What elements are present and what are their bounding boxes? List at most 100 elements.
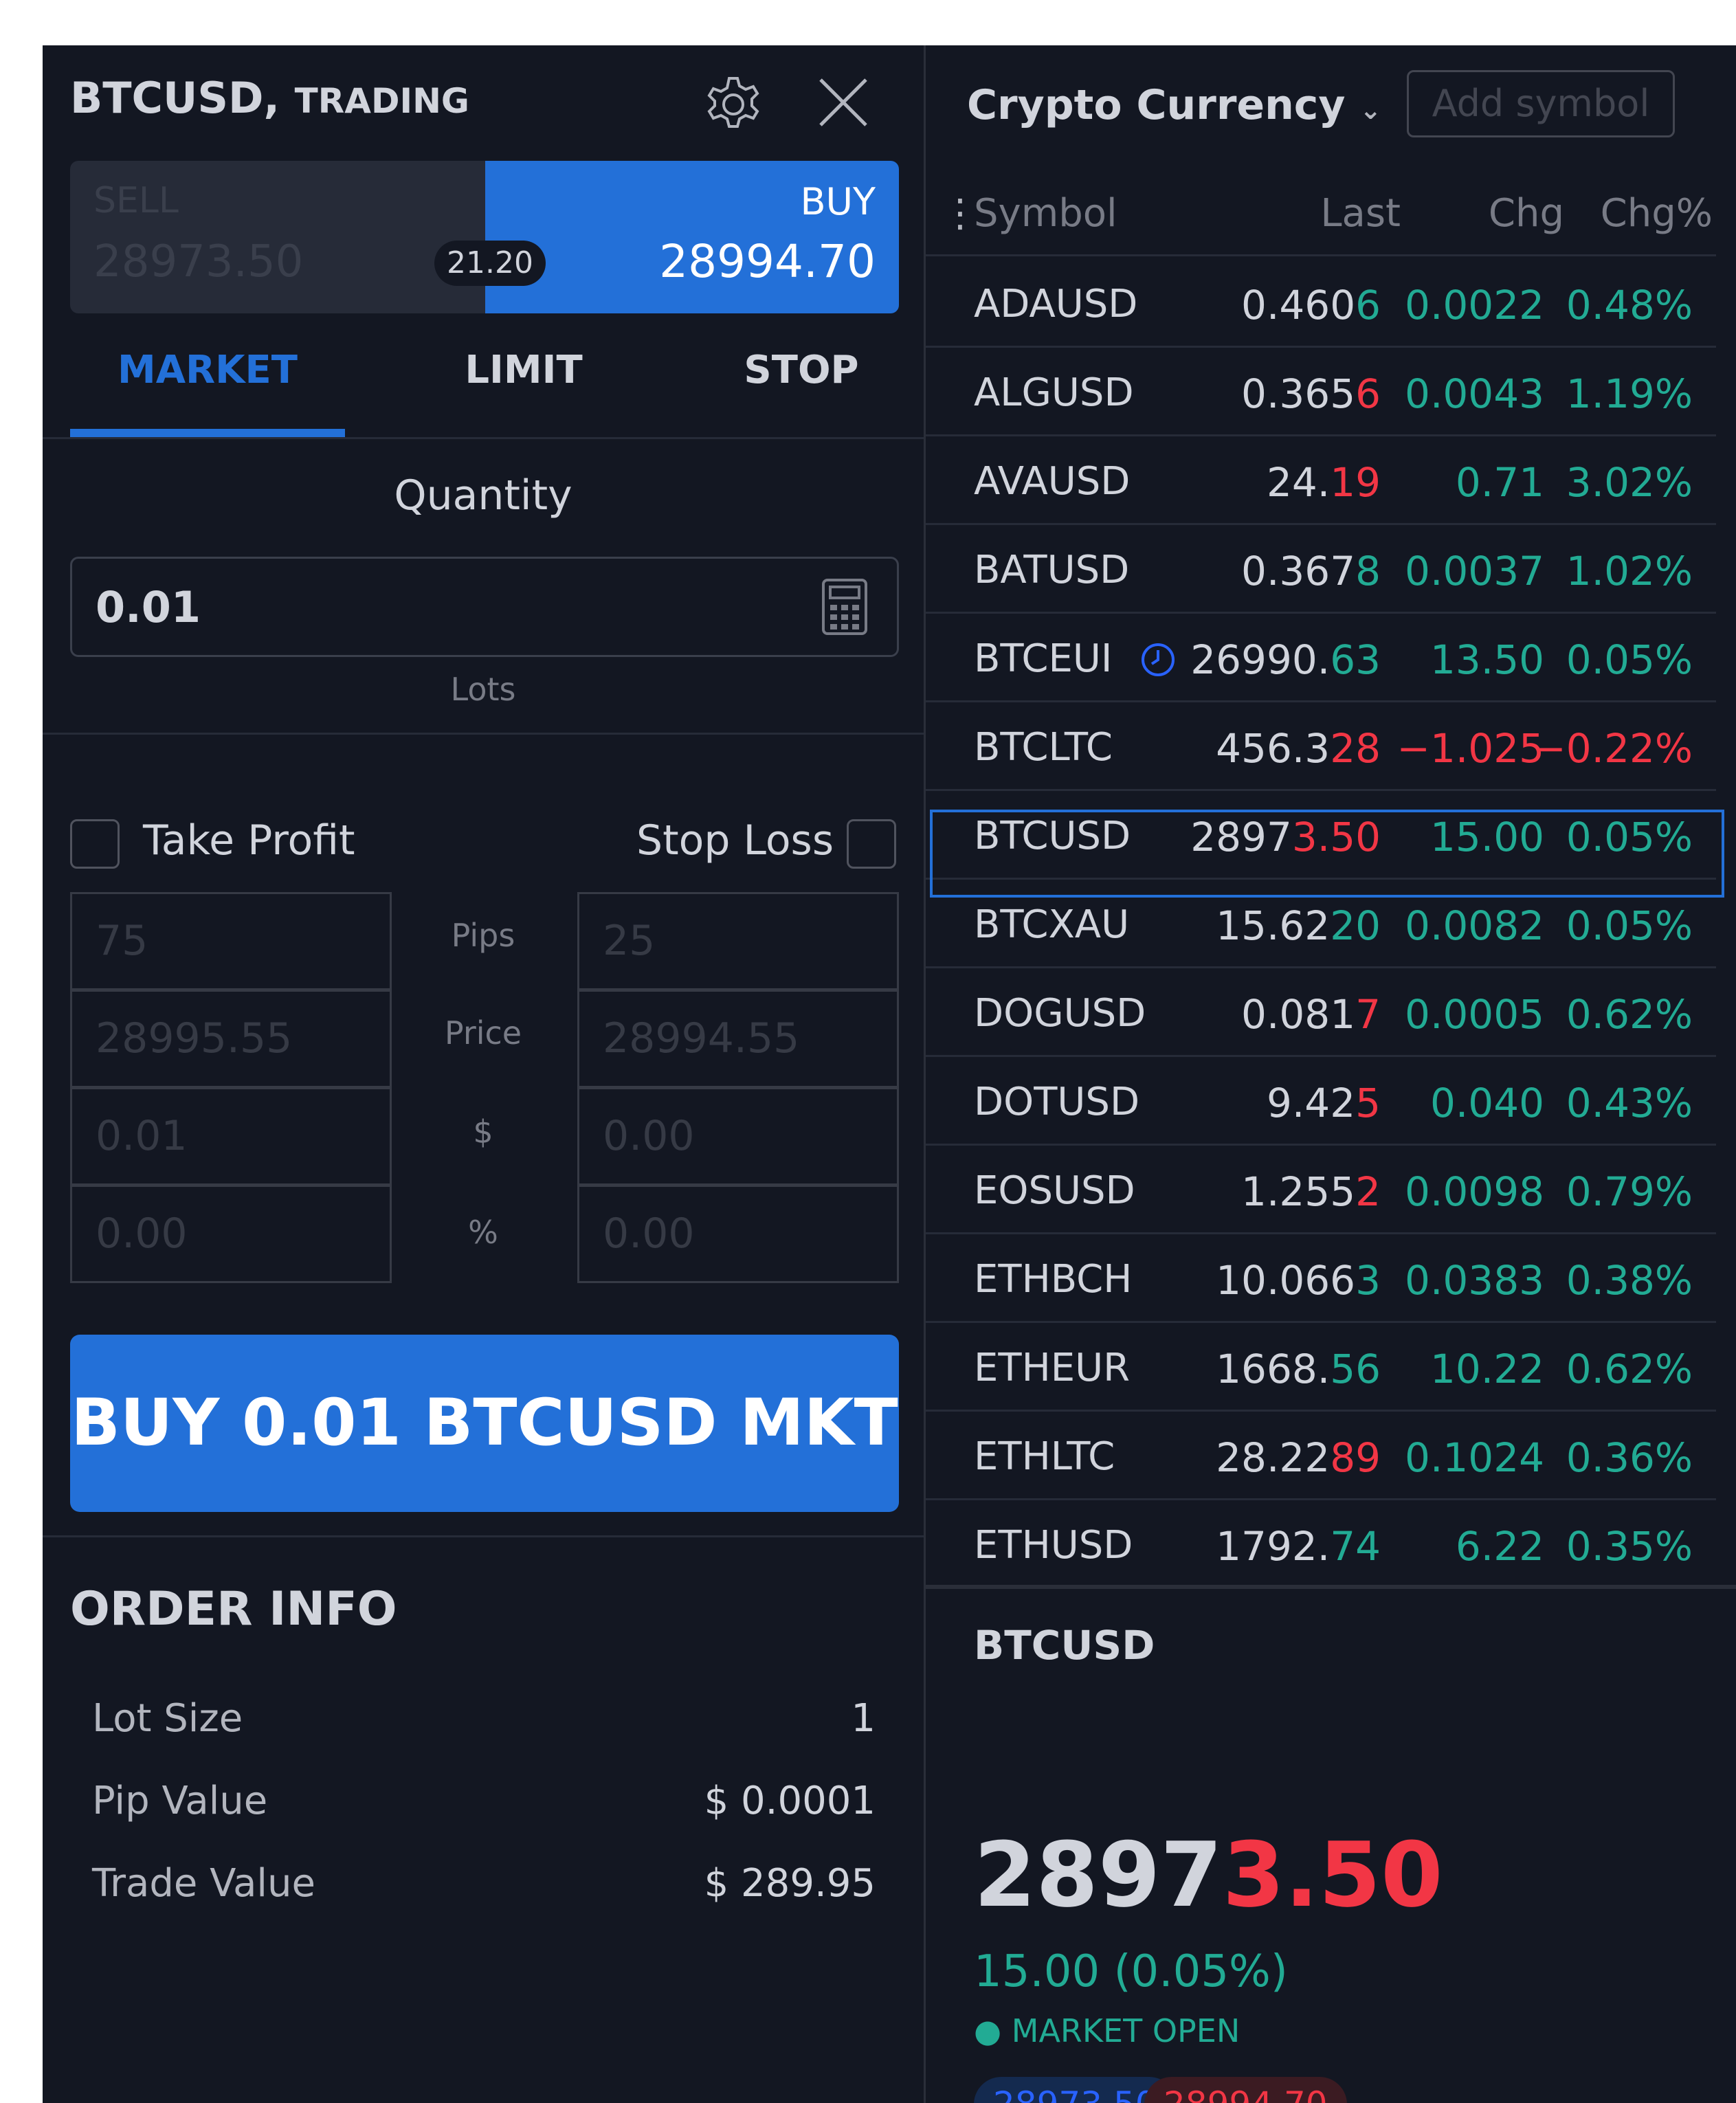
order-info-row: Pip Value $ 0.0001 [92, 1779, 876, 1823]
active-tab-indicator [70, 429, 345, 437]
row-last: 1792.74 [1216, 1523, 1381, 1570]
row-last: 28.2289 [1216, 1434, 1381, 1481]
lot-size-label: Lot Size [92, 1696, 243, 1741]
row-chg-pct: 1.19% [1566, 370, 1693, 417]
tp-pips-field[interactable]: 75 [70, 892, 392, 990]
row-last-main: 0.365 [1241, 370, 1356, 417]
tab-stop[interactable]: STOP [664, 348, 939, 392]
take-profit-checkbox[interactable] [70, 819, 120, 869]
row-chg-pct: 0.38% [1566, 1257, 1693, 1304]
watchlist-row[interactable]: BTCEUI 26990.63 13.50 0.05% [926, 613, 1716, 702]
row-chg-pct: −0.22% [1533, 725, 1693, 772]
pip-value-value: $ 0.0001 [704, 1779, 876, 1823]
row-chg-pct: 0.05% [1566, 636, 1693, 683]
row-chg: 0.0098 [1405, 1168, 1544, 1215]
row-last-tick: 56 [1330, 1346, 1381, 1392]
watchlist-row[interactable]: ETHBCH 10.0663 0.0383 0.38% [926, 1234, 1716, 1323]
row-chg-pct: 0.79% [1566, 1168, 1693, 1215]
buy-price: 28994.70 [659, 235, 876, 288]
row-last-tick: 28 [1330, 725, 1381, 772]
stop-loss-checkbox[interactable] [847, 819, 896, 869]
quantity-label: Quantity [394, 471, 572, 520]
add-symbol-button[interactable]: Add symbol [1407, 70, 1675, 137]
close-icon[interactable] [812, 71, 874, 133]
row-last: 15.6220 [1216, 902, 1381, 949]
tp-percent-field[interactable]: 0.00 [70, 1185, 392, 1283]
quantity-input[interactable] [70, 557, 899, 657]
row-last-main: 26990. [1190, 636, 1331, 683]
detail-price-last-digits: 3.50 [1222, 1823, 1443, 1927]
watchlist-row[interactable]: ETHEUR 1668.56 10.22 0.62% [926, 1322, 1716, 1412]
detail-price-main: 2897 [974, 1823, 1223, 1927]
row-last-main: 1792. [1216, 1523, 1331, 1570]
watchlist-row[interactable]: ETHLTC 28.2289 0.1024 0.36% [926, 1411, 1716, 1500]
watchlist-row[interactable]: AVAUSD 24.19 0.71 3.02% [926, 436, 1716, 525]
row-chg: 0.0082 [1405, 902, 1544, 949]
sl-pips-field[interactable]: 25 [577, 892, 899, 990]
tab-limit[interactable]: LIMIT [386, 348, 661, 392]
row-last: 26990.63 [1190, 636, 1381, 683]
row-last: 456.328 [1216, 725, 1381, 772]
row-symbol: BTCXAU [974, 902, 1130, 947]
tp-price-field[interactable]: 28995.55 [70, 990, 392, 1088]
sell-label: SELL [93, 180, 179, 221]
trading-subtitle: TRADING [294, 81, 469, 121]
row-last-main: 10.066 [1216, 1257, 1356, 1304]
row-symbol: EOSUSD [974, 1168, 1135, 1213]
column-chg-pct[interactable]: Chg% [1601, 191, 1713, 236]
row-symbol: ETHEUR [974, 1346, 1130, 1390]
sl-price-field[interactable]: 28994.55 [577, 990, 899, 1088]
column-last[interactable]: Last [1320, 191, 1401, 236]
watchlist-row[interactable]: ETHUSD 1792.74 6.22 0.35% [926, 1500, 1716, 1589]
watchlist-row[interactable]: DOTUSD 9.425 0.040 0.43% [926, 1056, 1716, 1146]
gear-icon[interactable] [699, 70, 768, 139]
buy-label: BUY [800, 180, 876, 223]
row-chg: 0.0043 [1405, 370, 1544, 417]
order-info-row: Lot Size 1 [92, 1696, 876, 1741]
selected-row-outline [930, 810, 1724, 898]
buy-market-button[interactable]: BUY 0.01 BTCUSD MKT [70, 1335, 899, 1512]
row-last-main: 456.3 [1216, 725, 1331, 772]
pip-value-label: Pip Value [92, 1779, 268, 1823]
row-last-main: 0.367 [1241, 548, 1356, 594]
spread-badge: 21.20 [434, 241, 546, 286]
column-symbol[interactable]: Symbol [974, 191, 1117, 236]
row-chg: 13.50 [1429, 636, 1544, 683]
column-chg[interactable]: Chg [1489, 191, 1564, 236]
symbol-details: BTCUSD 28973.50 15.00 (0.05%) ● MARKET O… [926, 1585, 1736, 2103]
watchlist-row[interactable]: ADAUSD 0.4606 0.0022 0.48% [926, 258, 1716, 348]
price-label: Price [444, 1014, 522, 1052]
row-chg-pct: 0.35% [1566, 1523, 1693, 1570]
sl-percent-field[interactable]: 0.00 [577, 1185, 899, 1283]
row-chg: 0.0037 [1405, 548, 1544, 594]
row-last-tick: 19 [1330, 459, 1381, 506]
watchlist-row[interactable]: BTCLTC 456.328 −1.025 −0.22% [926, 702, 1716, 791]
market-status: ● MARKET OPEN [974, 2012, 1240, 2049]
buy-button[interactable]: BUY 28994.70 [485, 161, 899, 313]
symbol-title: BTCUSD, [70, 73, 280, 123]
row-last: 10.0663 [1216, 1257, 1381, 1304]
row-last-tick: 8 [1355, 548, 1381, 594]
tp-amount-field[interactable]: 0.01 [70, 1087, 392, 1186]
row-last-tick: 63 [1330, 636, 1381, 683]
calculator-icon[interactable] [821, 577, 869, 636]
watchlist-row[interactable]: ALGUSD 0.3656 0.0043 1.19% [926, 347, 1716, 436]
sell-button[interactable]: SELL 28973.50 [70, 161, 485, 313]
row-last-main: 1.255 [1241, 1168, 1356, 1215]
take-profit-label: Take Profit [143, 816, 355, 865]
row-last-tick: 20 [1330, 902, 1381, 949]
tab-market[interactable]: MARKET [70, 348, 345, 392]
row-chg: 6.22 [1455, 1523, 1544, 1570]
watchlist-row[interactable]: EOSUSD 1.2552 0.0098 0.79% [926, 1145, 1716, 1234]
row-chg-pct: 3.02% [1566, 459, 1693, 506]
watchlist-row[interactable]: DOGUSD 0.0817 0.0005 0.62% [926, 968, 1716, 1057]
sl-amount-field[interactable]: 0.00 [577, 1087, 899, 1186]
row-chg: 0.0005 [1405, 991, 1544, 1038]
divider [43, 1535, 924, 1537]
row-chg-pct: 0.36% [1566, 1434, 1693, 1481]
row-last-tick: 3 [1355, 1257, 1381, 1304]
divider [43, 437, 924, 439]
watchlist-dropdown[interactable]: Crypto Currency ⌄ [967, 81, 1381, 129]
row-symbol: ADAUSD [974, 282, 1138, 326]
watchlist-row[interactable]: BATUSD 0.3678 0.0037 1.02% [926, 524, 1716, 614]
